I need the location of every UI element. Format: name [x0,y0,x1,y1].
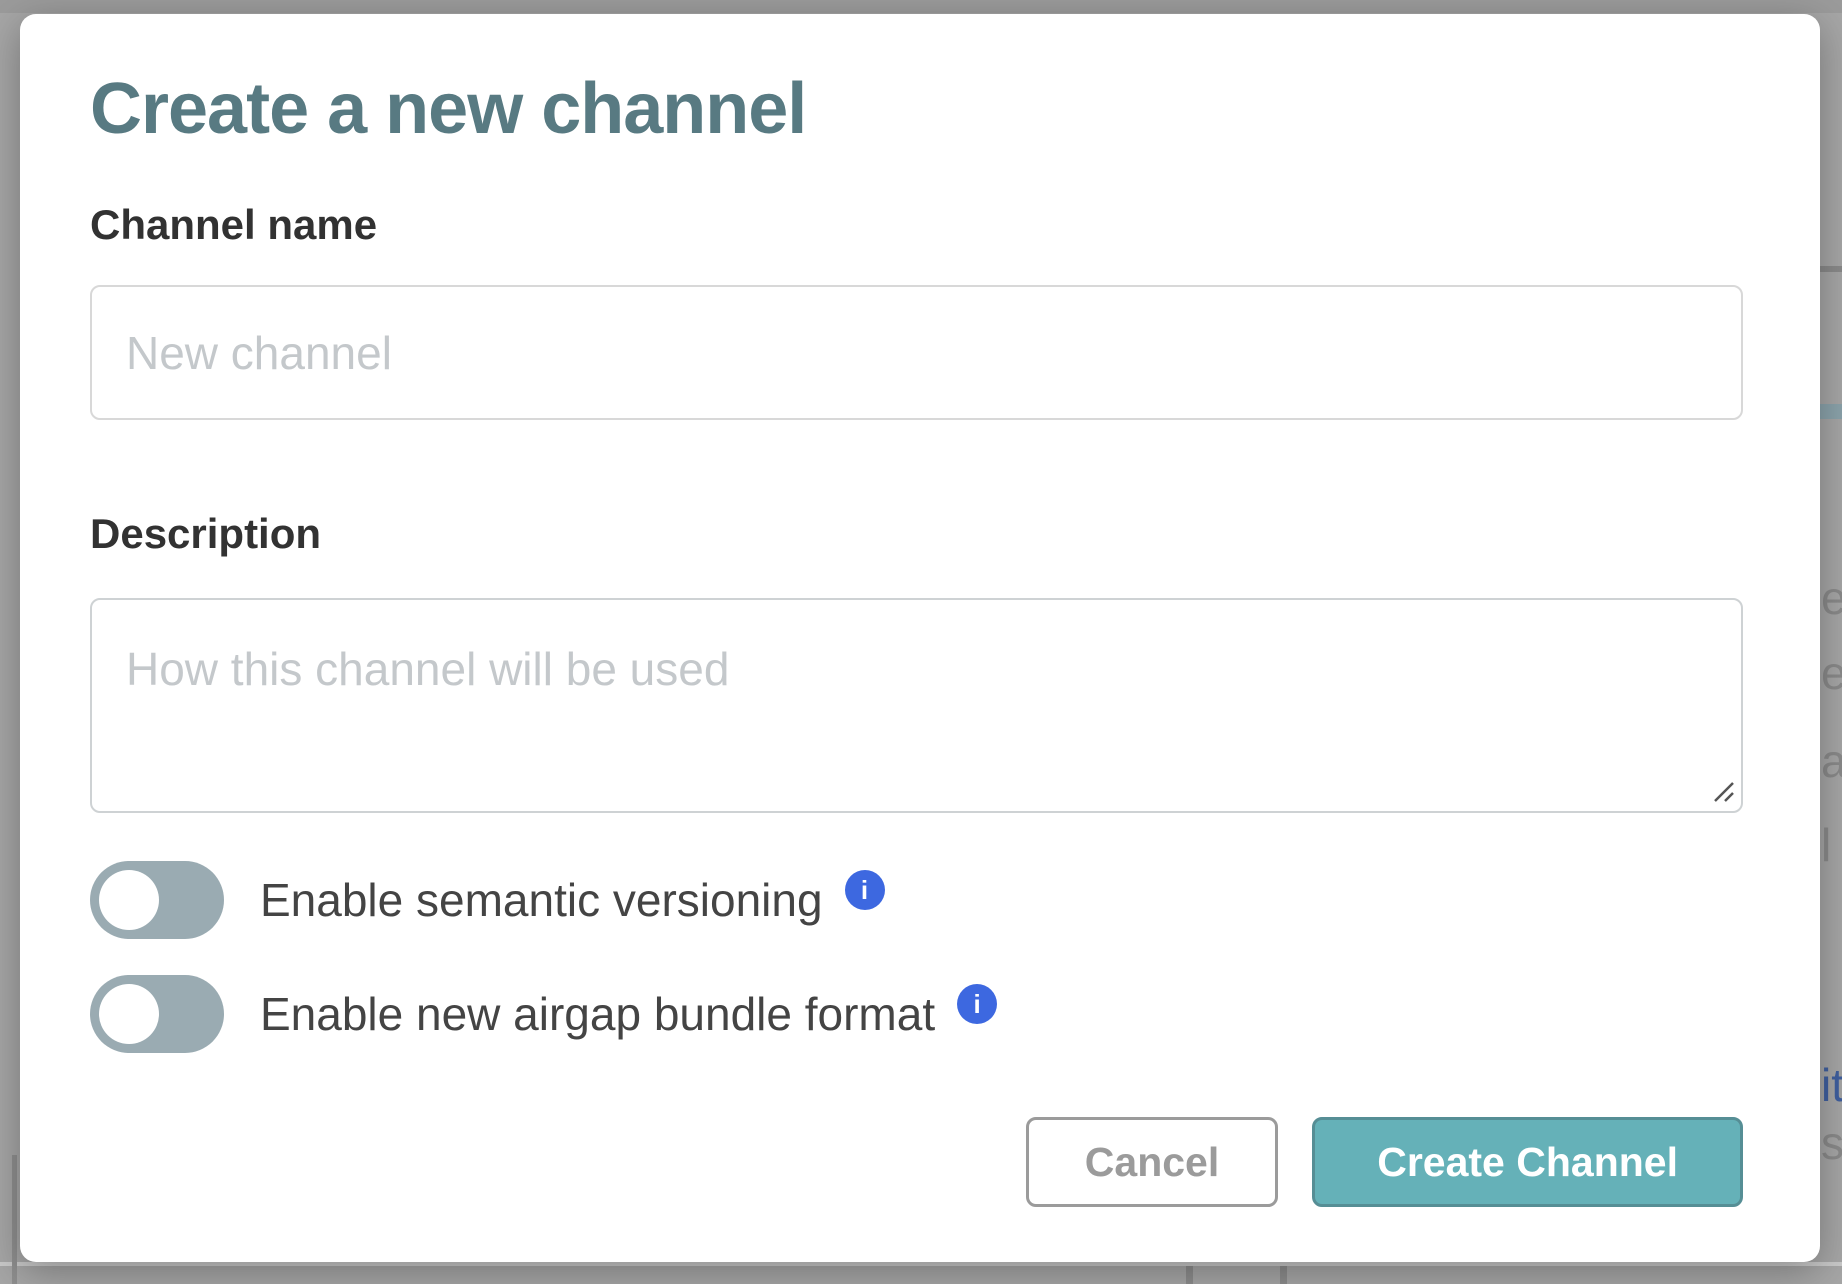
backdrop-top-band [0,0,1842,13]
backdrop-separator [1186,1266,1193,1284]
background-text-fragment: s [1821,1120,1842,1166]
description-label: Description [90,510,1743,558]
airgap-bundle-label: Enable new airgap bundle format [260,987,935,1041]
semantic-versioning-row: Enable semantic versioning i [90,861,1743,939]
toggle-knob [99,984,159,1044]
semantic-versioning-toggle[interactable] [90,861,224,939]
description-textarea[interactable] [90,598,1743,813]
description-field-wrap [90,598,1743,813]
backdrop-divider-fragment [1820,266,1842,272]
create-channel-button[interactable]: Create Channel [1312,1117,1743,1207]
info-icon[interactable]: i [957,984,997,1024]
background-text-fragment: l [1821,822,1831,868]
cancel-button[interactable]: Cancel [1026,1117,1278,1207]
info-icon[interactable]: i [845,870,885,910]
airgap-bundle-toggle[interactable] [90,975,224,1053]
background-text-fragment: e [1821,575,1842,621]
airgap-bundle-row: Enable new airgap bundle format i [90,975,1743,1053]
textarea-resize-handle-icon[interactable] [1709,777,1735,803]
modal-title: Create a new channel [90,70,1743,149]
background-text-fragment: a [1821,738,1842,784]
modal-actions: Cancel Create Channel [90,1117,1743,1207]
background-link-fragment: it [1821,1062,1842,1108]
backdrop-bottom-edge [0,1262,1842,1266]
backdrop-separator [1280,1266,1287,1284]
create-channel-modal: Create a new channel Channel name Descri… [20,14,1820,1262]
channel-name-label: Channel name [90,201,1743,249]
backdrop-teal-fragment [1820,404,1842,419]
toggle-knob [99,870,159,930]
semantic-versioning-label: Enable semantic versioning [260,873,823,927]
backdrop-left-edge [12,1155,17,1284]
background-text-fragment: e [1821,650,1842,696]
channel-name-input[interactable] [90,285,1743,420]
